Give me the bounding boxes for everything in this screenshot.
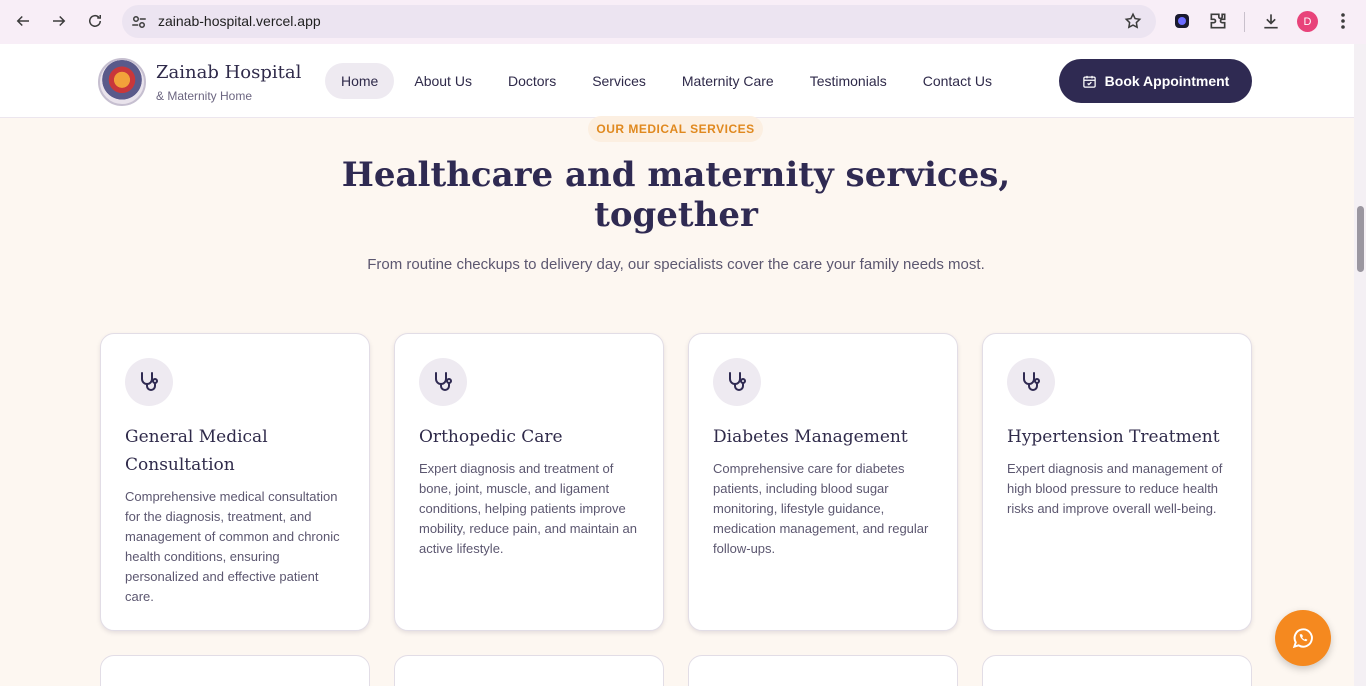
forward-icon[interactable] <box>47 9 71 33</box>
service-card-title: Diabetes Management <box>713 427 908 447</box>
hospital-logo[interactable] <box>98 58 146 106</box>
service-card-general-medical[interactable]: General Medical Consultation Comprehensi… <box>100 333 370 631</box>
more-menu-icon[interactable] <box>1335 11 1351 31</box>
nav-testimonials[interactable]: Testimonials <box>794 63 903 99</box>
service-card-description: Expert diagnosis and management of high … <box>1007 461 1223 516</box>
brand-subtitle: & Maternity Home <box>156 89 253 103</box>
service-card-description: Expert diagnosis and treatment of bone, … <box>419 461 637 556</box>
url-text: zainab-hospital.vercel.app <box>158 13 321 29</box>
site-settings-icon[interactable] <box>130 13 148 31</box>
service-card-orthopedic[interactable]: Orthopedic Care Expert diagnosis and tre… <box>394 333 664 631</box>
service-card-title: General Medical Consultation <box>125 427 268 475</box>
stethoscope-icon <box>125 358 173 406</box>
profile-avatar[interactable]: D <box>1297 11 1318 32</box>
brand-name[interactable]: Zainab Hospital <box>156 62 301 83</box>
nav-maternity-care[interactable]: Maternity Care <box>666 63 790 99</box>
whatsapp-chat-button[interactable] <box>1275 610 1331 666</box>
stethoscope-icon <box>419 358 467 406</box>
service-card-title: Hypertension Treatment <box>1007 427 1220 447</box>
service-card-row2[interactable] <box>100 655 370 686</box>
section-eyebrow: OUR MEDICAL SERVICES <box>588 116 763 142</box>
nav-about-us[interactable]: About Us <box>398 63 488 99</box>
nav-contact-us[interactable]: Contact Us <box>907 63 1008 99</box>
page-scrollbar[interactable] <box>1354 44 1366 686</box>
calendar-icon <box>1082 75 1096 88</box>
service-card-diabetes[interactable]: Diabetes Management Comprehensive care f… <box>688 333 958 631</box>
section-headline: Healthcare and maternity services, toget… <box>330 155 1022 235</box>
service-card-description: Comprehensive medical consultation for t… <box>125 489 340 604</box>
stethoscope-icon <box>1007 358 1055 406</box>
toolbar-divider <box>1244 12 1245 32</box>
site-header: Zainab Hospital & Maternity Home Home Ab… <box>0 44 1354 118</box>
service-card-title: Orthopedic Care <box>419 427 563 447</box>
whatsapp-icon <box>1292 628 1313 649</box>
headline-line-1: Healthcare and maternity services, <box>341 155 1011 195</box>
book-appointment-label: Book Appointment <box>1104 73 1230 89</box>
book-appointment-button[interactable]: Book Appointment <box>1059 59 1252 103</box>
back-icon[interactable] <box>11 9 35 33</box>
extension-icon[interactable] <box>1172 11 1192 31</box>
bookmark-star-icon[interactable] <box>1124 12 1142 30</box>
main-nav: Home About Us Doctors Services Maternity… <box>325 63 1012 99</box>
address-bar[interactable]: zainab-hospital.vercel.app <box>122 5 1156 38</box>
nav-services[interactable]: Services <box>576 63 662 99</box>
service-card-hypertension[interactable]: Hypertension Treatment Expert diagnosis … <box>982 333 1252 631</box>
service-card-row2[interactable] <box>982 655 1252 686</box>
headline-line-2: together <box>594 195 758 235</box>
browser-toolbar: zainab-hospital.vercel.app D <box>0 0 1366 44</box>
nav-doctors[interactable]: Doctors <box>492 63 572 99</box>
extensions-puzzle-icon[interactable] <box>1208 11 1228 31</box>
scrollbar-thumb[interactable] <box>1357 206 1364 272</box>
download-icon[interactable] <box>1261 11 1281 31</box>
reload-icon[interactable] <box>83 9 107 33</box>
stethoscope-icon <box>713 358 761 406</box>
service-card-row2[interactable] <box>394 655 664 686</box>
service-card-description: Comprehensive care for diabetes patients… <box>713 461 929 556</box>
service-card-row2[interactable] <box>688 655 958 686</box>
nav-home[interactable]: Home <box>325 63 395 99</box>
section-subline: From routine checkups to delivery day, o… <box>367 256 985 273</box>
